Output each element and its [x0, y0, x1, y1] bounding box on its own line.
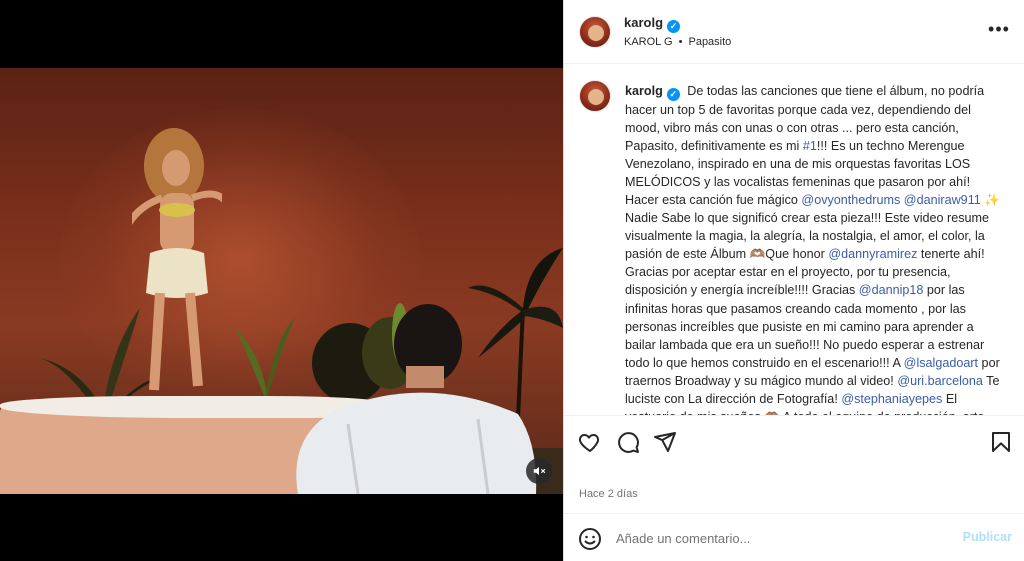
avatar[interactable] [579, 16, 611, 48]
mute-button[interactable] [526, 458, 552, 484]
bookmark-icon[interactable] [989, 430, 1013, 454]
caption-mention-link[interactable]: @uri.barcelona [897, 374, 983, 388]
comment-bar: Publicar [564, 513, 1024, 561]
caption-area: karolg ✓ De todas las canciones que tiene… [564, 65, 1024, 415]
post-sidebar: karolg ✓ KAROL G • Papasito ••• karolg ✓ D… [563, 0, 1024, 561]
comment-input[interactable] [616, 528, 936, 548]
more-horizontal-icon: ••• [988, 19, 1010, 39]
caption-mention-link[interactable]: #1 [803, 139, 817, 153]
media-pane [0, 0, 563, 561]
caption-mention-link[interactable]: @ovyonthedrums [801, 193, 900, 207]
caption-mention-link[interactable]: @daniraw911 [904, 193, 981, 207]
paper-plane-icon[interactable] [653, 430, 677, 454]
caption-avatar[interactable] [579, 80, 611, 112]
verified-badge-icon: ✓ [667, 20, 681, 33]
post-dialog: karolg ✓ KAROL G • Papasito ••• karolg ✓ D… [0, 0, 1024, 561]
action-bar [564, 415, 1024, 465]
header-subline: KAROL G • Papasito [624, 36, 731, 48]
heart-icon[interactable] [578, 430, 602, 454]
comment-icon[interactable] [616, 430, 640, 454]
dancer-figure [132, 128, 222, 391]
post-comment-button[interactable]: Publicar [963, 530, 1012, 544]
caption-mention-link[interactable]: @dannyramirez [828, 247, 917, 261]
seated-man-figure [296, 304, 537, 494]
smiley-icon[interactable] [578, 527, 602, 551]
post-header: karolg ✓ KAROL G • Papasito ••• [564, 0, 1024, 64]
post-video[interactable] [0, 68, 563, 494]
post-date[interactable]: Hace 2 días [579, 488, 638, 500]
song-link[interactable]: Papasito [688, 36, 731, 48]
caption-mention-link[interactable]: @dannip18 [859, 283, 924, 297]
caption-username[interactable]: karolg ✓ [625, 84, 680, 101]
caption-mention-link[interactable]: @lsalgadoart [904, 356, 978, 370]
caption-mention-link[interactable]: @stephaniayepes [841, 392, 942, 406]
header-username[interactable]: karolg ✓ [624, 15, 681, 33]
verified-badge-icon: ✓ [666, 87, 680, 101]
artist-link[interactable]: KAROL G [624, 36, 673, 48]
separator: • [678, 36, 683, 48]
more-options-button[interactable]: ••• [987, 20, 1011, 40]
speaker-muted-icon [533, 466, 546, 476]
caption-text: karolg ✓ De todas las canciones que tiene… [625, 82, 1005, 415]
